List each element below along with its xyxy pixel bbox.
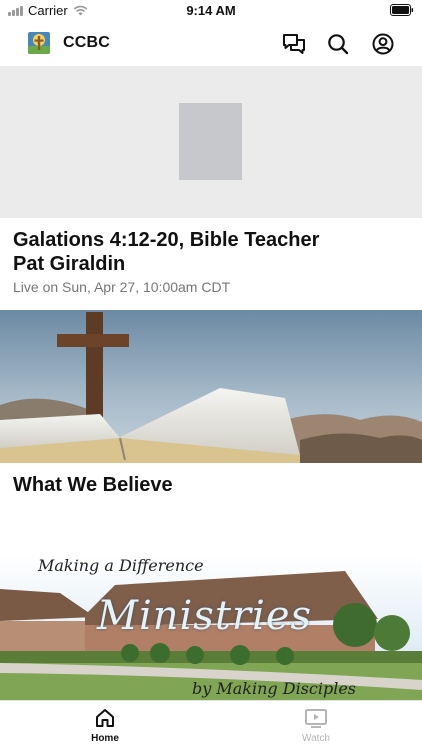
- live-event-card[interactable]: Galations 4:12-20, Bible Teacher Pat Gir…: [0, 218, 422, 310]
- tab-home[interactable]: Home: [65, 707, 145, 744]
- tab-watch-label: Watch: [302, 733, 330, 744]
- live-event-title: Galations 4:12-20, Bible Teacher Pat Gir…: [13, 229, 320, 275]
- status-bar: Carrier 9:14 AM: [0, 0, 422, 22]
- app-header: CCBC: [0, 22, 422, 66]
- ministries-heading: Ministries: [97, 593, 313, 639]
- image-placeholder: [179, 103, 242, 180]
- play-screen-icon: [305, 709, 327, 728]
- account-button[interactable]: [370, 31, 396, 57]
- church-logo[interactable]: [28, 32, 50, 54]
- what-we-believe-card[interactable]: What We Believe: [0, 463, 422, 555]
- battery-icon: [390, 4, 414, 16]
- search-icon: [328, 34, 349, 55]
- search-button[interactable]: [325, 31, 351, 57]
- live-event-subtitle: Live on Sun, Apr 27, 10:00am CDT: [13, 279, 231, 295]
- account-icon: [372, 33, 394, 55]
- chat-bubbles-icon: [283, 34, 305, 54]
- tab-watch[interactable]: Watch: [276, 707, 356, 744]
- status-time: 9:14 AM: [186, 3, 236, 18]
- content-feed[interactable]: Galations 4:12-20, Bible Teacher Pat Gir…: [0, 66, 422, 700]
- ministries-tagline-top: Making a Difference: [38, 556, 204, 575]
- what-we-believe-image[interactable]: [0, 310, 422, 463]
- bible-cross-photo: [0, 310, 422, 463]
- messages-button[interactable]: [281, 31, 307, 57]
- home-icon: [96, 709, 114, 727]
- what-we-believe-title: What We Believe: [13, 474, 173, 496]
- ministries-image[interactable]: Making a Difference Ministries by Making…: [0, 555, 422, 700]
- ministries-tagline-bottom: by Making Disciples: [192, 679, 357, 698]
- app-title: CCBC: [63, 34, 111, 51]
- tab-home-label: Home: [91, 733, 119, 744]
- tab-bar: Home Watch: [0, 700, 422, 750]
- live-event-thumbnail[interactable]: [0, 66, 422, 218]
